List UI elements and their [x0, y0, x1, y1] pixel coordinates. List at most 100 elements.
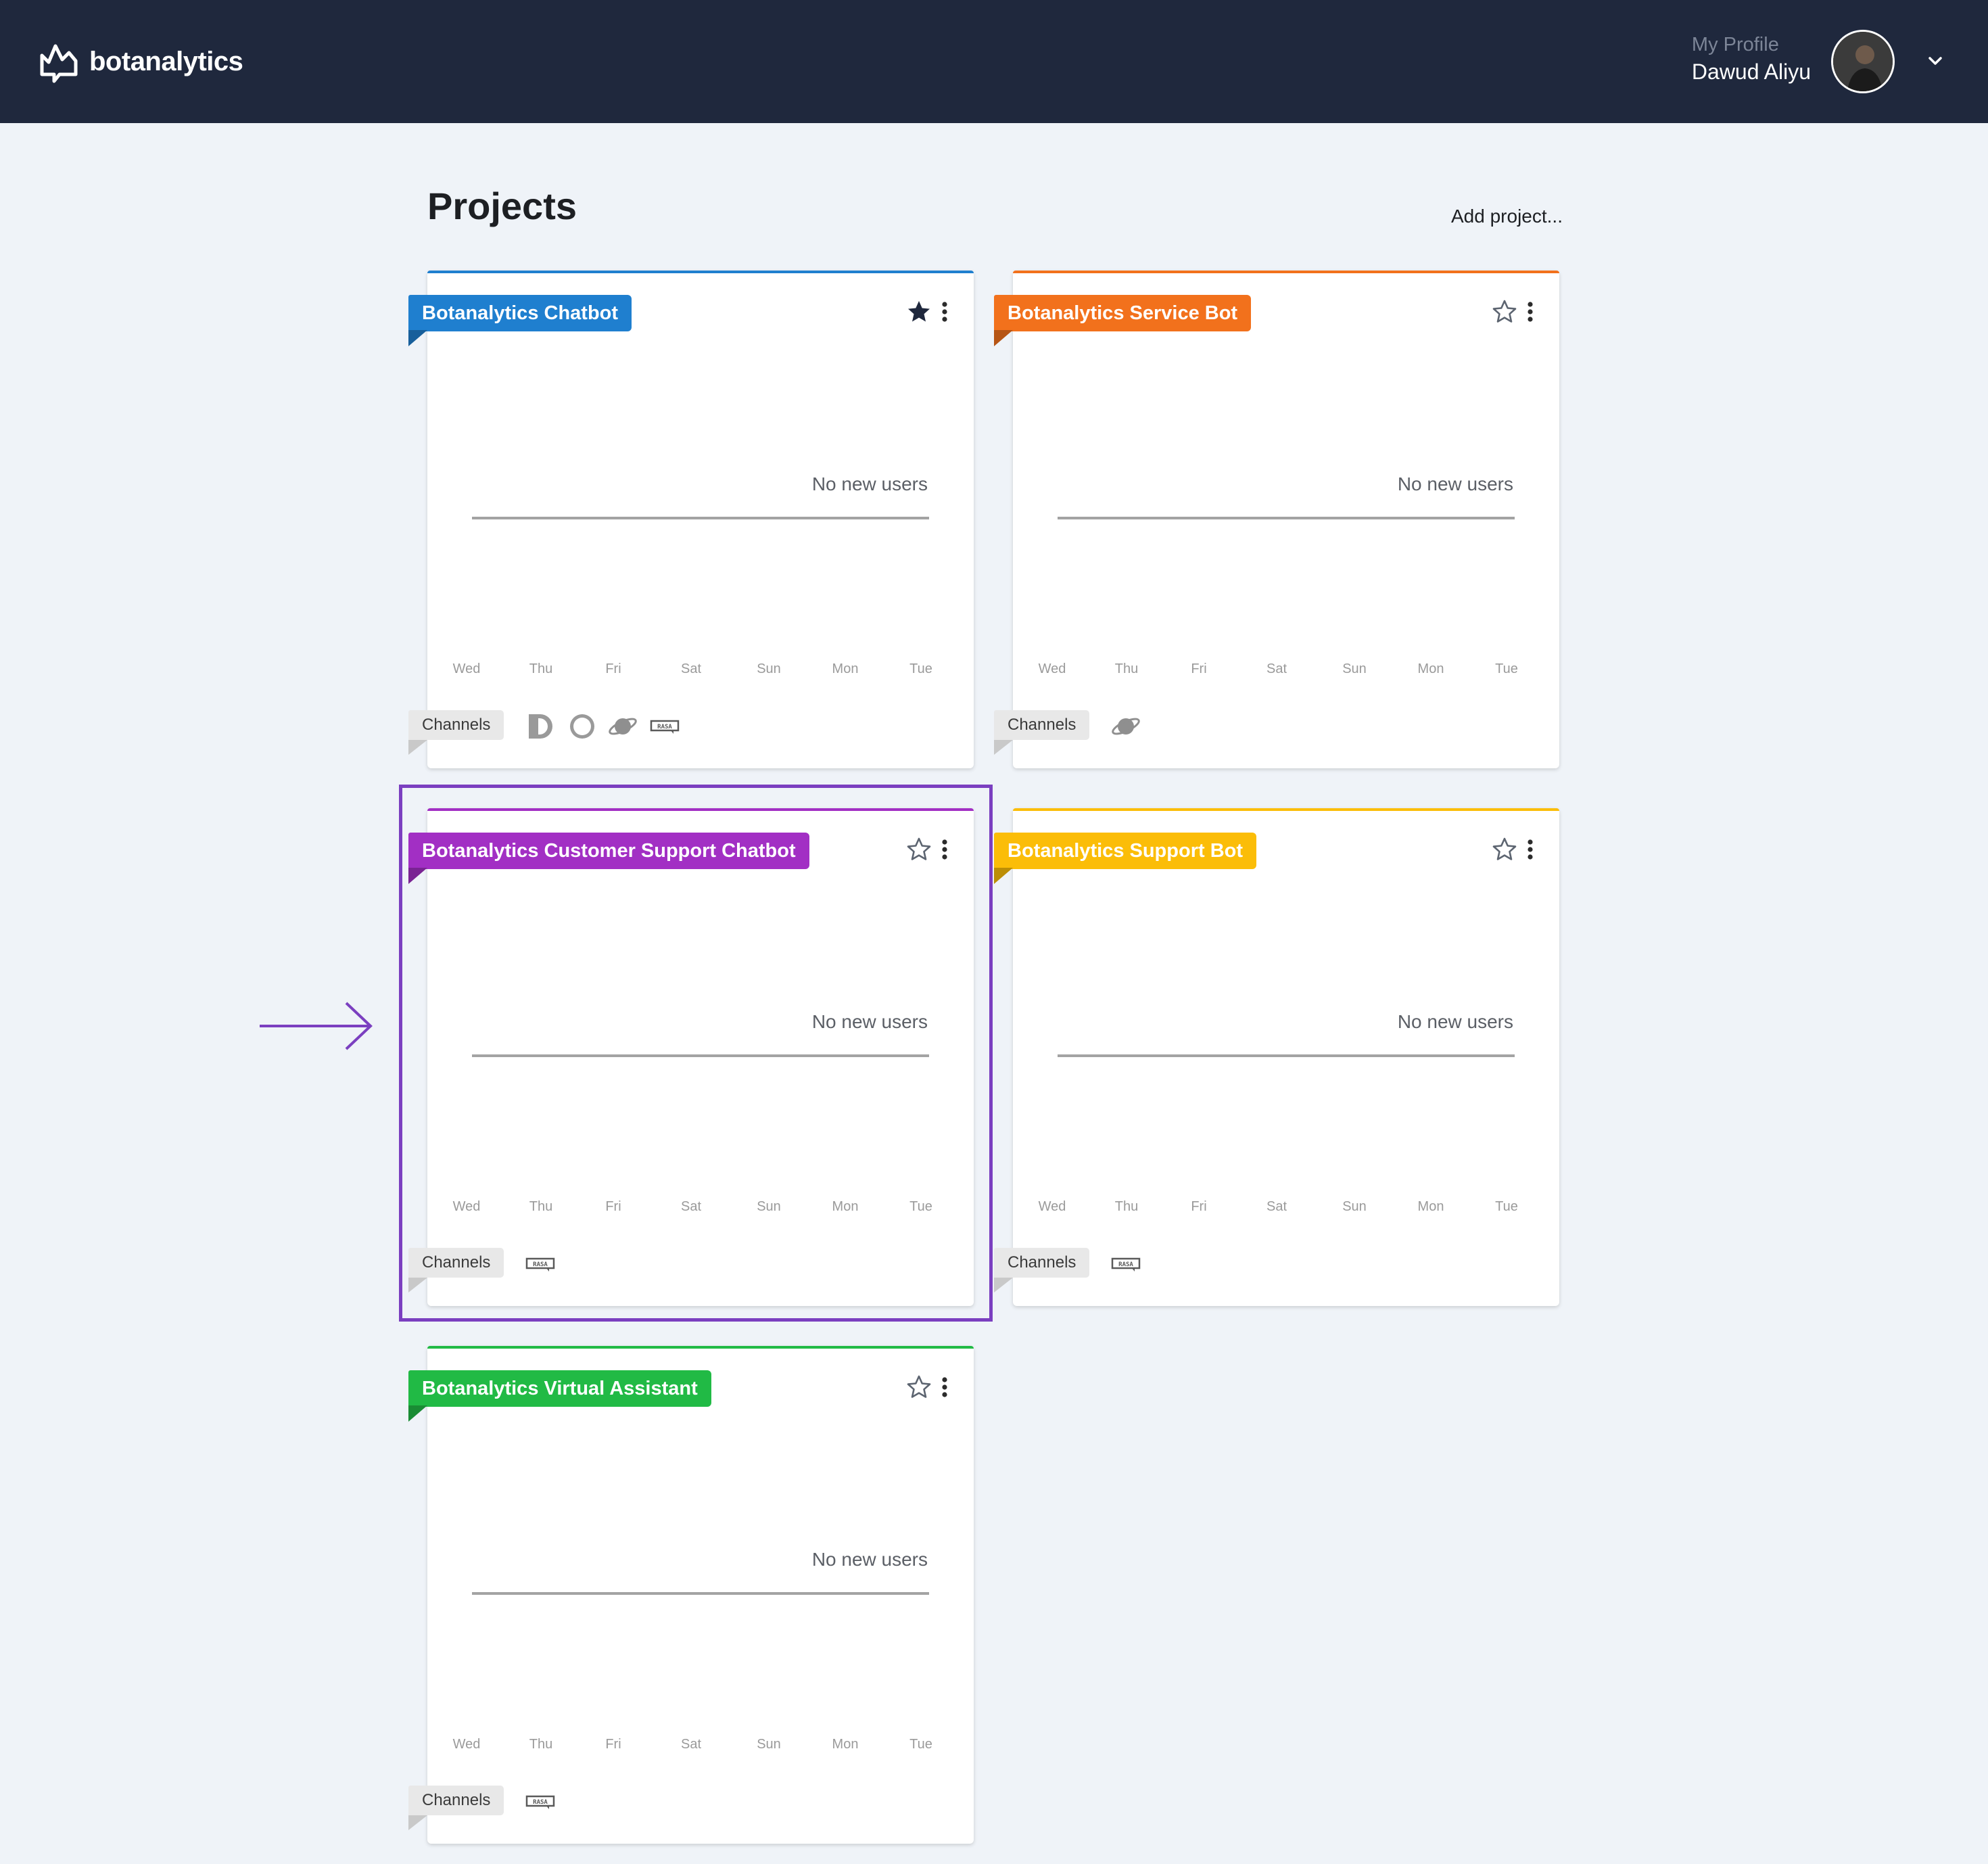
chart-day-label: Sat [680, 1199, 702, 1214]
brand-logo[interactable]: botanalytics [39, 39, 243, 84]
profile-caption: My Profile [1691, 34, 1779, 55]
chart-day-label: Thu [1114, 661, 1139, 676]
chart-baseline [1058, 1054, 1515, 1057]
rasa-icon: RASA [1110, 1249, 1141, 1279]
star-outline-icon[interactable] [906, 837, 932, 862]
more-options-icon[interactable] [1527, 839, 1534, 860]
project-name-tag[interactable]: Botanalytics Virtual Assistant [408, 1370, 711, 1407]
chart-day-label: Wed [1038, 661, 1066, 676]
no-new-users-label: No new users [1397, 473, 1513, 494]
no-new-users-label: No new users [811, 1011, 928, 1032]
project-card[interactable]: Botanalytics Chatbot No new users Wed Thu Fr… [408, 271, 974, 768]
no-new-users-label: No new users [1397, 1011, 1513, 1032]
chart-day-label: Fri [1191, 1199, 1207, 1214]
chart-day-label: Sat [680, 1737, 702, 1752]
chart-day-label: Sat [1266, 661, 1287, 676]
saturn-icon [607, 712, 638, 741]
rasa-icon: RASA [525, 1787, 556, 1817]
chart-baseline [472, 1054, 929, 1057]
project-card[interactable]: Botanalytics Support Bot No new users Wed T… [994, 808, 1559, 1306]
page-title: Projects [427, 185, 577, 227]
no-new-users-label: No new users [811, 1549, 928, 1570]
chart-day-label: Sun [757, 661, 781, 676]
more-options-icon[interactable] [941, 302, 948, 322]
chart-day-label: Sat [1266, 1199, 1287, 1214]
project-card[interactable]: Botanalytics Service Bot No new users Wed T… [994, 271, 1559, 768]
star-outline-icon[interactable] [1492, 837, 1517, 862]
chart-day-label: Fri [605, 661, 621, 676]
botanalytics-logo-icon [40, 44, 78, 83]
chart-baseline [472, 1592, 929, 1595]
chevron-down-icon[interactable] [1926, 51, 1945, 70]
svg-text:RASA: RASA [657, 724, 672, 730]
chart-day-label: Sun [757, 1199, 781, 1214]
more-options-icon[interactable] [1527, 302, 1534, 322]
project-name-tag[interactable]: Botanalytics Service Bot [994, 295, 1252, 331]
chart-day-label: Tue [909, 1199, 932, 1214]
chart-baseline [1058, 517, 1515, 519]
chart-day-label: Mon [1417, 1199, 1444, 1214]
card-accent-bar [427, 1346, 974, 1349]
chart-day-label: Wed [452, 1737, 481, 1752]
saturn-icon [1110, 712, 1141, 741]
chart-day-label: Sun [757, 1737, 781, 1752]
channels-tag-fold [408, 740, 427, 755]
add-project-link[interactable]: Add project... [1451, 206, 1563, 227]
star-outline-icon[interactable] [906, 1374, 932, 1400]
chart-day-label: Thu [529, 1199, 553, 1214]
chart-day-label: Mon [1417, 661, 1444, 676]
channels-label: Channels [408, 1248, 504, 1278]
profile-menu[interactable]: My Profile Dawud Aliyu [1692, 32, 1811, 87]
rasa-icon: RASA [525, 1249, 556, 1279]
chart-day-label: Thu [1114, 1199, 1139, 1214]
no-new-users-label: No new users [811, 473, 928, 494]
card-accent-bar [427, 808, 974, 811]
user-name: Dawud Aliyu [1691, 60, 1811, 84]
project-name-tag[interactable]: Botanalytics Support Bot [994, 833, 1257, 869]
project-card[interactable]: Botanalytics Customer Support Chatbot No … [408, 808, 974, 1306]
svg-text:RASA: RASA [533, 1799, 548, 1806]
project-name-tag[interactable]: Botanalytics Customer Support Chatbot [408, 833, 809, 869]
tag-fold [994, 330, 1013, 346]
top-navigation-bar: botanalytics My Profile Dawud Aliyu [0, 0, 1988, 123]
channels-tag-fold [994, 740, 1013, 755]
chart-day-label: Fri [1191, 661, 1207, 676]
star-outline-icon[interactable] [1492, 299, 1517, 325]
channels-tag-fold [994, 1278, 1013, 1292]
card-accent-bar [1013, 271, 1559, 273]
chart-day-label: Mon [832, 1737, 859, 1752]
channels-tag-fold [408, 1278, 427, 1292]
project-card[interactable]: Botanalytics Virtual Assistant No new use… [408, 1346, 974, 1844]
brand-name: botanalytics [89, 46, 243, 76]
svg-text:RASA: RASA [1118, 1261, 1133, 1268]
more-options-icon[interactable] [941, 839, 948, 860]
tag-fold [994, 868, 1013, 884]
tag-fold [408, 1405, 427, 1422]
channels-label: Channels [994, 710, 1090, 740]
chart-day-label: Mon [832, 661, 859, 676]
pointer-arrow-icon [260, 1002, 373, 1050]
chart-day-label: Tue [909, 661, 932, 676]
chart-day-label: Thu [529, 1737, 553, 1752]
chart-day-label: Sat [680, 661, 702, 676]
channels-tag-fold [408, 1815, 427, 1830]
project-name-tag[interactable]: Botanalytics Chatbot [408, 295, 632, 331]
alexa-icon [567, 712, 598, 741]
more-options-icon[interactable] [941, 1377, 948, 1397]
chart-day-label: Tue [1495, 1199, 1518, 1214]
chart-day-label: Fri [605, 1737, 621, 1752]
svg-text:RASA: RASA [533, 1261, 548, 1268]
chart-day-label: Tue [909, 1737, 932, 1752]
chart-day-label: Mon [832, 1199, 859, 1214]
card-accent-bar [1013, 808, 1559, 811]
chart-baseline [472, 517, 929, 519]
channels-label: Channels [408, 710, 504, 740]
star-filled-icon[interactable] [906, 299, 932, 325]
card-accent-bar [427, 271, 974, 273]
chart-day-label: Wed [1038, 1199, 1066, 1214]
tag-fold [408, 868, 427, 884]
avatar-photo-icon [1833, 32, 1893, 91]
channels-label: Channels [994, 1248, 1090, 1278]
chart-day-label: Sun [1342, 1199, 1367, 1214]
avatar[interactable] [1831, 30, 1895, 93]
